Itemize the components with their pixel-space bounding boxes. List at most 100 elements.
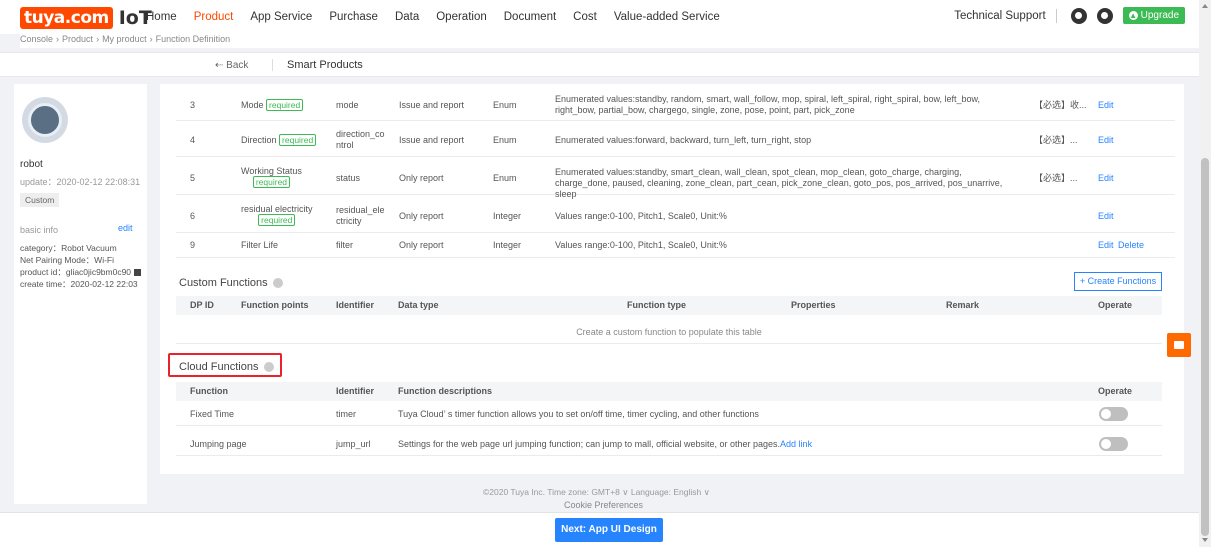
column-header: Identifier [336,300,375,310]
tuya-logo[interactable]: tuya.com IoT [20,7,152,29]
divider [272,59,273,71]
custom-functions-title: Custom Functions [179,277,283,289]
nav-product[interactable]: Product [194,11,234,23]
scrollbar-thumb[interactable] [1201,158,1209,536]
upgrade-button[interactable]: ▲ Upgrade [1122,7,1185,24]
nav-cost[interactable]: Cost [573,11,597,23]
column-header: Operate [1098,386,1133,396]
back-label: Back [226,60,249,71]
remark: 【必选】... [1034,135,1078,145]
copy-icon[interactable] [134,269,142,277]
remark: 【必选】... [1034,173,1078,183]
edit-link[interactable]: Edit [1098,211,1114,222]
product-id-row: product id：gliac0jic9bm0c90 [20,266,142,278]
identifier: timer [336,409,356,419]
function-name: Filter Life [241,240,279,250]
nav-data[interactable]: Data [395,11,419,23]
breadcrumb-function-definition: Function Definition [155,34,231,44]
breadcrumb-console[interactable]: Console [20,34,53,44]
column-header: Function [190,386,228,396]
function-name: Mode [241,100,264,110]
data-type: Enum [493,135,517,145]
column-header: Function type [627,300,686,310]
properties: Enumerated values:standby, random, smart… [555,94,981,115]
nav-operation[interactable]: Operation [436,11,487,23]
column-header: DP ID [190,300,214,310]
column-header: Function descriptions [398,386,493,396]
function-name-cell: Working Status required [241,166,302,188]
cookie-preferences-link[interactable]: Cookie Preferences [564,500,643,510]
nav-app-service[interactable]: App Service [250,11,312,23]
message-icon[interactable] [1070,7,1087,24]
data-type: Integer [493,240,522,250]
column-header: Operate [1098,300,1133,310]
identifier: direction_control [336,129,385,150]
custom-badge: Custom [20,193,60,207]
add-link[interactable]: Add link [780,439,812,449]
cloud-functions-title: Cloud Functions [179,361,274,373]
function-name-cell: Direction required [241,134,317,146]
edit-link[interactable]: Edit [1098,135,1114,146]
fixed-time-toggle[interactable] [1099,407,1128,421]
upgrade-label: Upgrade [1140,10,1179,21]
table-row: Fixed Time timer Tuya Cloud’ s timer fun… [176,402,1162,426]
required-badge: required [258,214,296,226]
table-row: 9 Filter Life filter Only report Integer… [176,234,1175,258]
chevron-right-icon: › [149,34,153,44]
nav-purchase[interactable]: Purchase [329,11,378,23]
empty-table-message: Create a custom function to populate thi… [176,320,1162,344]
delete-link[interactable]: Delete [1118,240,1144,251]
dp-id: 6 [190,211,196,221]
data-type: Enum [493,173,517,183]
vertical-scrollbar[interactable] [1199,0,1211,547]
cloud-function-name: Jumping page [190,439,247,449]
back-button[interactable]: ⇠ Back [215,60,248,71]
divider [1055,8,1057,23]
function-name: residual electricity [241,204,313,214]
custom-functions-header: DP ID Function points Identifier Data ty… [176,296,1162,315]
edit-basic-info-link[interactable]: edit [118,223,133,233]
create-functions-button[interactable]: + Create Functions [1074,272,1162,291]
data-transfer: Only report [399,211,444,221]
product-name: robot [20,159,43,170]
help-icon[interactable] [263,362,274,373]
identifier: filter [336,240,354,250]
remark: 【必选】收... [1034,100,1087,110]
column-header: Identifier [336,386,375,396]
column-header: Function points [241,300,309,310]
user-avatar-icon[interactable] [1096,7,1113,24]
footer-info: ©2020 Tuya Inc. Time zone: GMT+8 ∨ Langu… [483,487,710,497]
column-header: Data type [398,300,439,310]
top-navbar: tuya.com IoT Home Product App Service Pu… [0,0,1199,34]
description-text: Settings for the web page url jumping fu… [398,439,781,449]
scroll-up-arrow-icon[interactable] [1202,4,1208,8]
next-app-ui-design-button[interactable]: Next: App UI Design [555,518,663,542]
column-header: Remark [946,300,980,310]
scroll-down-arrow-icon[interactable] [1202,538,1208,542]
edit-link[interactable]: Edit [1098,173,1114,184]
breadcrumb-my-product[interactable]: My product [102,34,147,44]
edit-link[interactable]: Edit [1098,100,1114,111]
dp-id: 3 [190,100,196,110]
breadcrumb: Console › Product › My product › Function Defi… [20,34,1199,48]
nav-value-added-service[interactable]: Value-added Service [614,11,720,23]
data-transfer: Issue and report [399,100,465,110]
technical-support-link[interactable]: Technical Support [954,10,1045,22]
nav-home[interactable]: Home [146,11,177,23]
required-badge: required [279,134,317,146]
chevron-right-icon: › [56,34,60,44]
table-row: 4 Direction required direction_control I… [176,122,1175,157]
page-title: Smart Products [287,59,363,71]
breadcrumb-product[interactable]: Product [62,34,93,44]
jumping-page-toggle[interactable] [1099,437,1128,451]
chevron-right-icon: › [96,34,100,44]
cloud-functions-header: Function Identifier Function description… [176,382,1162,401]
edit-link[interactable]: Edit [1098,240,1114,251]
data-type: Enum [493,100,517,110]
nav-document[interactable]: Document [504,11,556,23]
help-icon[interactable] [272,278,283,289]
logo-text: tuya.com [20,7,113,29]
table-row: 5 Working Status required status Only rep… [176,158,1175,199]
properties: Enumerated values:forward, backward, tur… [555,135,812,145]
feedback-chat-icon[interactable] [1167,333,1191,357]
